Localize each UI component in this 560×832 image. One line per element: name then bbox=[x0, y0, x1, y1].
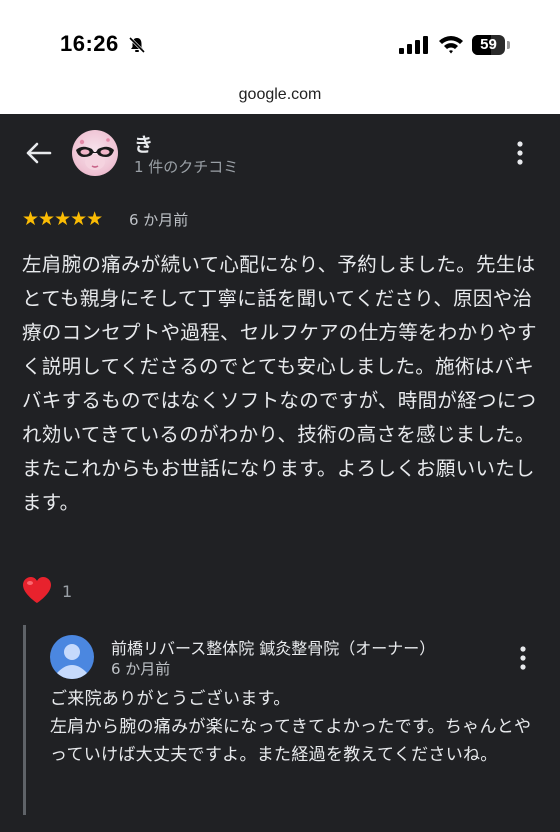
back-arrow-icon[interactable] bbox=[26, 142, 52, 168]
reviewer-name[interactable]: き bbox=[134, 130, 153, 157]
bell-slash-icon bbox=[128, 36, 146, 58]
review-text: 左肩腕の痛みが続いて心配になり、予約しました。先生はとても親身にそして丁寧に話を… bbox=[22, 253, 537, 514]
person-icon bbox=[57, 644, 87, 679]
reaction-count: 1 bbox=[62, 582, 73, 601]
url-bar[interactable]: google.com bbox=[0, 84, 560, 114]
more-vert-icon[interactable] bbox=[510, 140, 530, 170]
status-bar: 16:26 59 bbox=[0, 0, 560, 84]
owner-reply-date: 6 か月前 bbox=[111, 660, 171, 678]
wifi-icon bbox=[438, 34, 464, 58]
status-time: 16:26 bbox=[60, 31, 119, 56]
reviewer-avatar[interactable] bbox=[72, 130, 118, 176]
reply-body: 左肩から腕の痛みが楽になってきてよかったです。ちゃんとやっていけば大丈夫ですよ。… bbox=[50, 717, 532, 765]
owner-reply: 前橋リバース整体院 鍼灸整骨院（オーナー） 6 か月前 ご来院ありがとうございま… bbox=[23, 625, 546, 815]
star-rating: ★★★★★ bbox=[22, 208, 103, 230]
battery-tip bbox=[507, 41, 510, 49]
owner-reply-text: ご来院ありがとうございます。 左肩から腕の痛みが楽になってきてよかったです。ちゃ… bbox=[50, 685, 540, 769]
reviewer-review-count: 1 件のクチコミ bbox=[134, 158, 239, 176]
owner-avatar bbox=[50, 635, 94, 679]
reply-line-1: ご来院ありがとうございます。 bbox=[50, 689, 291, 709]
signal-icon bbox=[399, 36, 429, 58]
more-vert-icon[interactable] bbox=[513, 645, 533, 675]
heart-icon[interactable] bbox=[22, 576, 52, 608]
battery-level: 59 bbox=[480, 36, 497, 53]
owner-name: 前橋リバース整体院 鍼灸整骨院（オーナー） bbox=[111, 639, 436, 658]
battery-icon: 59 bbox=[472, 35, 505, 55]
url-text: google.com bbox=[238, 86, 322, 103]
review-date: 6 か月前 bbox=[129, 211, 189, 229]
